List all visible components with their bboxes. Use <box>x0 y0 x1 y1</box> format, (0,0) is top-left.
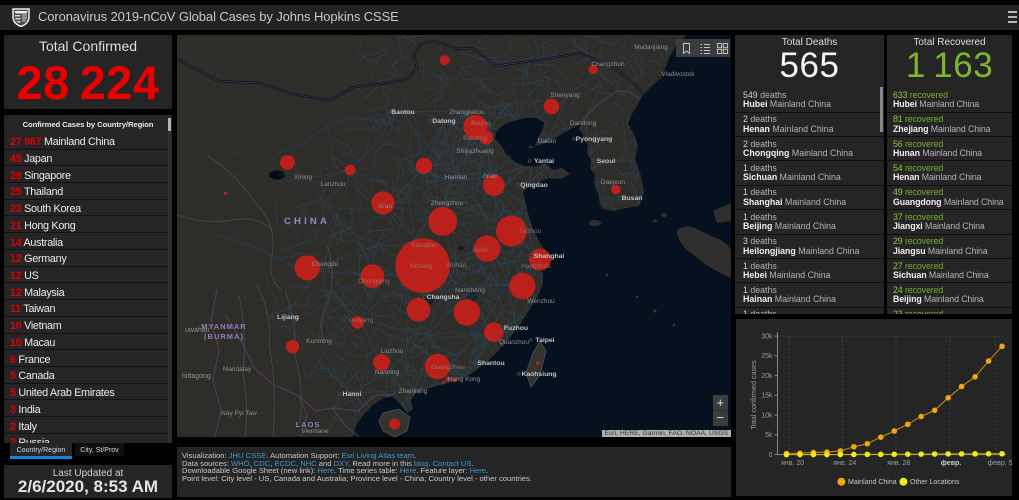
svg-text:Fuzhou: Fuzhou <box>504 325 528 332</box>
svg-text:Vladivostok: Vladivostok <box>661 71 695 78</box>
svg-text:Hanoi: Hanoi <box>343 391 362 398</box>
svg-text:Shenyang: Shenyang <box>550 92 580 99</box>
svg-text:Hong Kong: Hong Kong <box>448 376 481 383</box>
svg-text:Taipei: Taipei <box>535 337 554 344</box>
svg-text:февр. 5: февр. 5 <box>987 460 1012 467</box>
svg-text:Zhengzhou: Zhengzhou <box>431 200 464 207</box>
svg-text:Other Locations: Other Locations <box>910 479 960 486</box>
svg-text:Daejeon: Daejeon <box>601 179 626 186</box>
svg-text:Shantou: Shantou <box>477 360 504 367</box>
svg-text:Busan: Busan <box>622 195 643 202</box>
svg-text:25k: 25k <box>761 353 773 360</box>
svg-text:Datong: Datong <box>432 118 455 125</box>
svg-text:LAOS: LAOS <box>296 420 321 429</box>
svg-text:Changsha: Changsha <box>427 294 460 301</box>
svg-text:Shijiazhuang: Shijiazhuang <box>456 148 494 155</box>
svg-text:Zhanjiang: Zhanjiang <box>399 388 428 395</box>
svg-text:Handan: Handan <box>445 174 468 181</box>
svg-text:Mainland China: Mainland China <box>848 479 897 486</box>
svg-text:Guiyang: Guiyang <box>349 317 374 324</box>
svg-text:Guangzhou: Guangzhou <box>431 364 465 371</box>
svg-text:Kaohsiung: Kaohsiung <box>521 371 556 378</box>
svg-text:Qingdao: Qingdao <box>520 182 548 189</box>
svg-text:Xi'an: Xi'an <box>378 203 393 210</box>
svg-text:Mandalay: Mandalay <box>223 366 252 373</box>
svg-text:Lanzhou: Lanzhou <box>321 181 346 188</box>
svg-text:Yantai: Yantai <box>534 158 554 165</box>
svg-text:февр.: февр. <box>941 460 962 467</box>
svg-text:10k: 10k <box>761 412 773 419</box>
svg-text:0: 0 <box>769 452 773 459</box>
svg-text:Liuzhou: Liuzhou <box>381 348 404 355</box>
svg-text:Wuhan: Wuhan <box>446 262 467 269</box>
svg-text:Seoul: Seoul <box>597 158 616 165</box>
svg-text:Dandong: Dandong <box>570 120 597 127</box>
svg-text:Dalian: Dalian <box>538 138 557 145</box>
svg-text:hittagong: hittagong <box>182 373 211 380</box>
svg-text:(BURMA): (BURMA) <box>204 332 244 341</box>
svg-text:Shanghai: Shanghai <box>534 253 565 260</box>
svg-text:янв. 20: янв. 20 <box>781 460 804 467</box>
svg-text:CHINA: CHINA <box>284 216 330 227</box>
svg-text:янв. 28: янв. 28 <box>887 460 910 467</box>
svg-text:Lijiang: Lijiang <box>277 314 299 321</box>
svg-text:Quanzhou: Quanzhou <box>499 339 529 346</box>
svg-text:Xining: Xining <box>294 174 312 181</box>
svg-text:Xiangfan: Xiangfan <box>411 242 437 249</box>
svg-text:Total confirmed cases: Total confirmed cases <box>749 360 758 430</box>
svg-text:Zhangjiakou: Zhangjiakou <box>449 109 485 116</box>
svg-text:Kunming: Kunming <box>306 338 332 345</box>
svg-text:20k: 20k <box>761 373 773 380</box>
svg-text:Hefei: Hefei <box>472 247 487 254</box>
svg-text:янв. 24: янв. 24 <box>833 460 856 467</box>
svg-text:Baotou: Baotou <box>391 109 414 116</box>
svg-text:15k: 15k <box>761 393 773 400</box>
svg-text:Beijing: Beijing <box>471 120 491 127</box>
svg-text:Vientiane: Vientiane <box>302 428 329 435</box>
svg-text:Wenzhou: Wenzhou <box>527 298 555 305</box>
svg-text:Nanning: Nanning <box>375 369 400 376</box>
svg-text:Changchun: Changchun <box>591 61 625 68</box>
svg-text:Nanchang: Nanchang <box>455 287 485 294</box>
svg-text:Baoding: Baoding <box>463 135 487 142</box>
svg-text:Yichang: Yichang <box>409 263 433 270</box>
svg-text:Nay Pyi Taw: Nay Pyi Taw <box>221 410 257 417</box>
svg-text:Chengdu: Chengdu <box>312 261 339 268</box>
svg-text:uwahati: uwahati <box>185 327 210 334</box>
svg-text:Chongqing: Chongqing <box>358 278 390 285</box>
svg-text:5k: 5k <box>765 432 773 439</box>
svg-text:Pyongyang: Pyongyang <box>576 136 613 143</box>
svg-text:Jinan: Jinan <box>482 173 498 180</box>
svg-text:30k: 30k <box>761 333 773 340</box>
svg-text:Hangzhou: Hangzhou <box>521 263 551 270</box>
svg-text:Mudanjiang: Mudanjiang <box>634 44 668 51</box>
svg-text:Taizhou: Taizhou <box>519 228 542 235</box>
